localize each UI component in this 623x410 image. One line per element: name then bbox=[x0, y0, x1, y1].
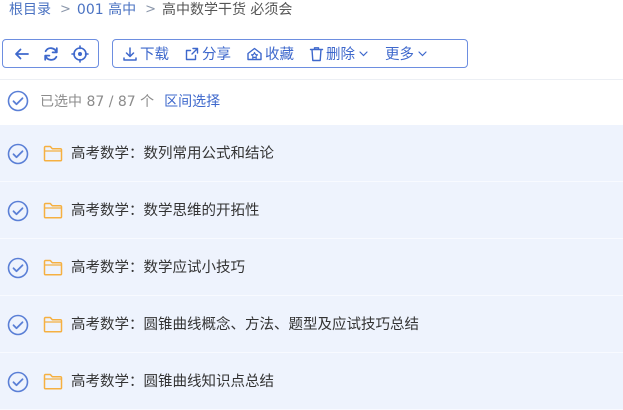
breadcrumb-separator: > bbox=[145, 2, 156, 17]
folder-icon bbox=[43, 373, 63, 390]
back-button[interactable] bbox=[11, 43, 33, 65]
refresh-icon bbox=[43, 46, 58, 61]
toolbar-divider bbox=[0, 79, 623, 80]
selection-bar: 已选中 87 / 87 个 区间选择 bbox=[7, 88, 220, 114]
share-label: 分享 bbox=[202, 47, 231, 63]
share-icon bbox=[185, 47, 199, 60]
more-button[interactable]: 更多 bbox=[385, 43, 429, 64]
breadcrumb-separator: > bbox=[60, 2, 71, 17]
file-list: 高考数学：数列常用公式和结论 高考数学：数学思维的开拓性 高考数学：数学应试小技… bbox=[0, 125, 623, 410]
action-button-group: 下载 分享 收藏 删除 更多 bbox=[112, 39, 468, 68]
download-label: 下载 bbox=[140, 47, 169, 63]
folder-icon bbox=[43, 202, 63, 219]
favorite-icon bbox=[247, 47, 262, 60]
refresh-button[interactable] bbox=[40, 43, 62, 65]
download-button[interactable]: 下载 bbox=[122, 43, 169, 64]
breadcrumb: 根目录 > 001 高中 > 高中数学干货 必须会 bbox=[9, 0, 292, 20]
file-name[interactable]: 高考数学：数列常用公式和结论 bbox=[71, 144, 274, 164]
delete-label: 删除 bbox=[326, 47, 355, 63]
breadcrumb-root[interactable]: 根目录 bbox=[9, 0, 51, 20]
locate-icon bbox=[70, 44, 89, 63]
checked-circle-icon[interactable] bbox=[7, 371, 29, 393]
locate-button[interactable] bbox=[69, 43, 91, 65]
range-select-link[interactable]: 区间选择 bbox=[164, 91, 220, 111]
breadcrumb-folder-001[interactable]: 001 高中 bbox=[77, 0, 136, 20]
favorite-button[interactable]: 收藏 bbox=[246, 43, 294, 64]
delete-button[interactable]: 删除 bbox=[309, 43, 370, 64]
file-name[interactable]: 高考数学：圆锥曲线知识点总结 bbox=[71, 372, 274, 392]
list-item[interactable]: 高考数学：数列常用公式和结论 bbox=[0, 125, 623, 182]
checked-circle-icon[interactable] bbox=[7, 314, 29, 336]
select-all-checkbox[interactable] bbox=[7, 90, 29, 112]
trash-icon bbox=[309, 46, 324, 61]
file-name[interactable]: 高考数学：圆锥曲线概念、方法、题型及应试技巧总结 bbox=[71, 315, 419, 335]
folder-icon bbox=[43, 145, 63, 162]
more-label: 更多 bbox=[385, 47, 414, 63]
chevron-down-icon bbox=[359, 50, 368, 56]
favorite-label: 收藏 bbox=[265, 47, 294, 63]
chevron-down-icon bbox=[418, 50, 427, 56]
folder-icon bbox=[43, 259, 63, 276]
list-item[interactable]: 高考数学：数学应试小技巧 bbox=[0, 239, 623, 296]
list-item[interactable]: 高考数学：圆锥曲线知识点总结 bbox=[0, 353, 623, 410]
file-name[interactable]: 高考数学：数学思维的开拓性 bbox=[71, 201, 260, 221]
breadcrumb-current[interactable]: 高中数学干货 必须会 bbox=[162, 0, 292, 20]
download-icon bbox=[123, 46, 137, 61]
checked-circle-icon[interactable] bbox=[7, 200, 29, 222]
arrow-left-icon bbox=[14, 48, 29, 59]
file-name[interactable]: 高考数学：数学应试小技巧 bbox=[71, 258, 245, 278]
list-item[interactable]: 高考数学：圆锥曲线概念、方法、题型及应试技巧总结 bbox=[0, 296, 623, 353]
checked-circle-icon[interactable] bbox=[7, 257, 29, 279]
toolbar: 下载 分享 收藏 删除 更多 bbox=[2, 39, 468, 68]
nav-button-group bbox=[2, 39, 99, 68]
checked-circle-icon[interactable] bbox=[7, 143, 29, 165]
list-item[interactable]: 高考数学：数学思维的开拓性 bbox=[0, 182, 623, 239]
share-button[interactable]: 分享 bbox=[184, 43, 231, 64]
folder-icon bbox=[43, 316, 63, 333]
selection-count: 已选中 87 / 87 个 bbox=[40, 94, 155, 110]
